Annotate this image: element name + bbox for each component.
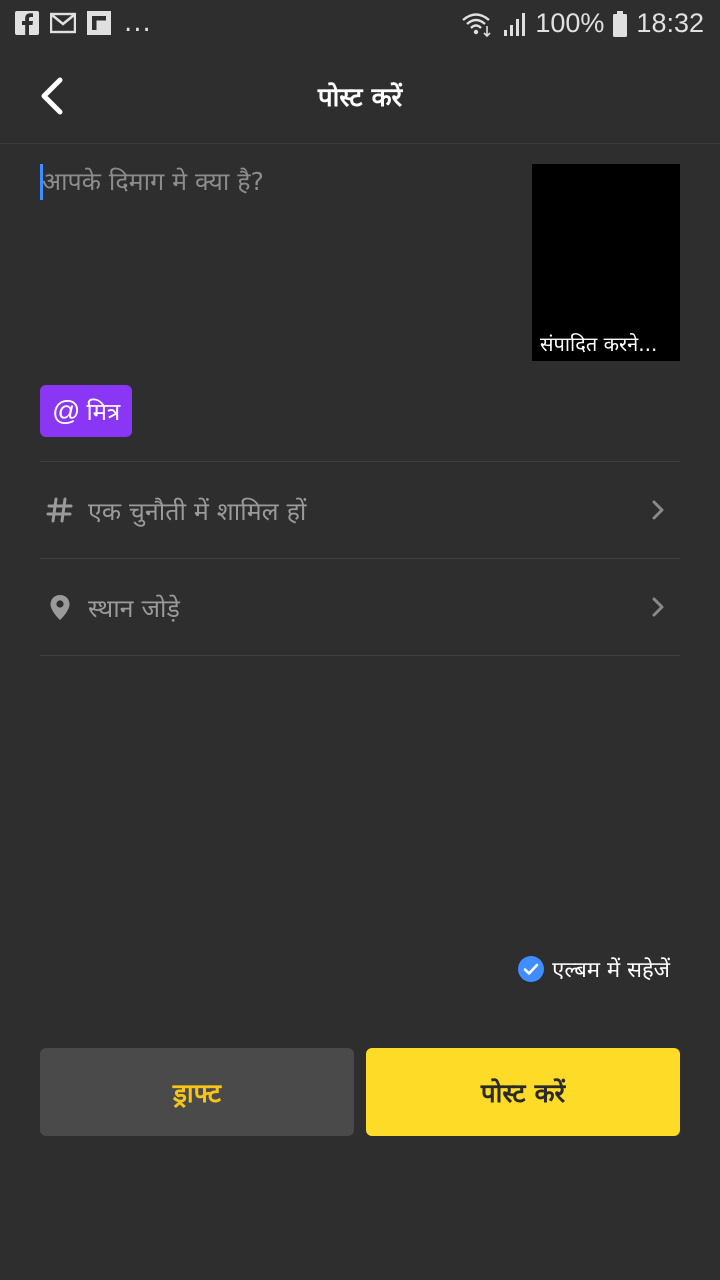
hashtag-icon [46, 497, 73, 523]
flipboard-icon [87, 11, 111, 35]
at-sign-icon: @ [52, 395, 81, 426]
chevron-right-icon [652, 500, 664, 520]
app-header: पोस्ट करें [0, 48, 720, 144]
notification-icons: ... [14, 10, 152, 36]
mention-friends-button[interactable]: @ मित्र [40, 385, 133, 437]
checkbox-checked-icon[interactable] [518, 956, 545, 982]
add-location-label: स्थान जोड़े [88, 594, 180, 623]
status-bar: ... 100% 18:32 [0, 0, 720, 48]
join-challenge-row[interactable]: एक चुनौती में शामिल हों [40, 461, 680, 558]
post-screen: ... 100% 18:32 पोस्ट करें आपके दिमाग मे … [0, 0, 720, 1280]
media-thumbnail[interactable]: संपादित करने... [532, 164, 680, 361]
edit-media-label: संपादित करने... [540, 332, 658, 356]
mention-friends-label: मित्र [86, 397, 121, 426]
location-pin-icon [50, 595, 70, 620]
clock: 18:32 [636, 8, 704, 38]
gmail-icon [50, 12, 76, 34]
add-location-row[interactable]: स्थान जोड़े [40, 558, 680, 655]
wifi-icon [462, 12, 491, 37]
save-to-album-toggle[interactable]: एल्बम में सहेजें [518, 954, 670, 984]
more-notifications-indicator: ... [124, 8, 152, 38]
post-button[interactable]: पोस्ट करें [366, 1048, 680, 1136]
join-challenge-label: एक चुनौती में शामिल हों [88, 497, 307, 526]
system-status: 100% 18:32 [461, 8, 704, 39]
save-to-album-label: एल्बम में सहेजें [552, 958, 670, 983]
compose-area [40, 164, 510, 354]
page-title: पोस्ट करें [317, 83, 403, 113]
battery-icon [613, 10, 628, 37]
divider [40, 655, 680, 656]
draft-button[interactable]: ड्राफ्ट [40, 1048, 354, 1136]
signal-icon [504, 12, 526, 36]
facebook-icon [15, 11, 39, 35]
battery-percent: 100% [535, 8, 605, 38]
chevron-right-icon [652, 597, 664, 617]
post-text-input[interactable] [42, 164, 510, 354]
